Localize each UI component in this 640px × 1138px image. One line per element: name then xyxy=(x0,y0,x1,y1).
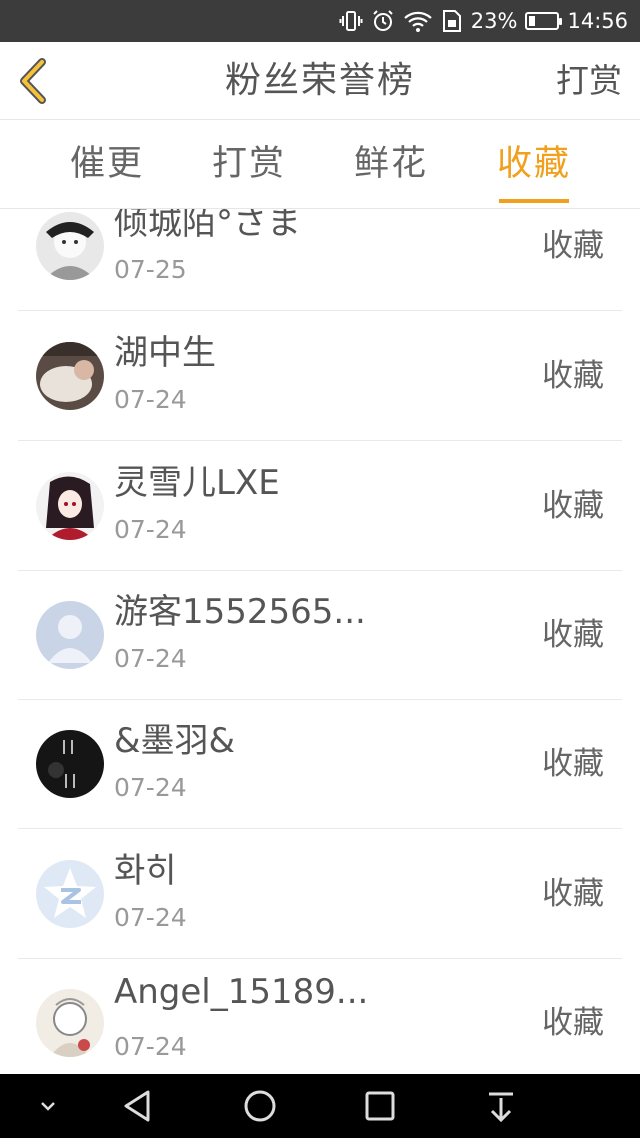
avatar xyxy=(36,212,104,280)
wifi-icon xyxy=(403,9,433,33)
sim-icon xyxy=(441,9,463,33)
avatar xyxy=(36,342,104,410)
fan-name: 游客1552565... xyxy=(114,592,366,632)
avatar xyxy=(36,601,104,669)
page-title: 粉丝荣誉榜 xyxy=(224,60,415,101)
default-user-icon xyxy=(36,601,104,669)
active-tab-indicator xyxy=(499,199,569,203)
system-nav-bar xyxy=(0,1074,640,1138)
clock-time: 14:56 xyxy=(567,9,628,33)
back-triangle-icon xyxy=(124,1090,150,1122)
qq-zone-icon xyxy=(36,860,104,928)
fan-action: 收藏 xyxy=(542,358,604,394)
avatar xyxy=(36,860,104,928)
tab-reward[interactable]: 打赏 xyxy=(194,120,304,209)
tab-label: 收藏 xyxy=(496,144,571,184)
tab-label: 催更 xyxy=(69,144,144,184)
list-item[interactable]: &墨羽& 07-24 收藏 xyxy=(18,699,622,829)
battery-icon xyxy=(525,12,563,30)
fan-name: 灵雪儿LXE xyxy=(114,463,280,503)
nav-notifications-button[interactable] xyxy=(481,1086,521,1126)
fan-date: 07-24 xyxy=(114,644,187,673)
fan-name: 화히 xyxy=(114,851,177,891)
reward-button[interactable]: 打赏 xyxy=(556,42,622,120)
list-item[interactable]: Angel_15189... 07-24 收藏 xyxy=(18,958,622,1074)
fan-list[interactable]: 倾城陌°さま 07-25 收藏 湖中生 07-24 收藏 灵雪儿LXE 07-2… xyxy=(0,209,640,1074)
battery-percent: 23% xyxy=(470,9,518,33)
fan-action: 收藏 xyxy=(542,876,604,912)
fan-date: 07-24 xyxy=(114,515,187,544)
fan-action: 收藏 xyxy=(542,617,604,653)
notification-pull-icon xyxy=(489,1092,513,1123)
list-item[interactable]: 湖中生 07-24 收藏 xyxy=(18,311,622,441)
fan-name: 湖中生 xyxy=(114,333,216,373)
fan-name: &墨羽& xyxy=(114,721,236,761)
recents-square-icon xyxy=(365,1091,395,1121)
nav-back-button[interactable] xyxy=(118,1086,158,1126)
fan-date: 07-24 xyxy=(114,903,187,932)
avatar xyxy=(36,730,104,798)
status-bar: 23% 14:56 xyxy=(0,0,640,42)
tab-label: 打赏 xyxy=(211,144,286,184)
avatar xyxy=(36,989,104,1057)
tab-flowers[interactable]: 鲜花 xyxy=(336,120,446,209)
list-item[interactable]: 灵雪儿LXE 07-24 收藏 xyxy=(18,441,622,571)
fan-date: 07-25 xyxy=(114,255,187,284)
nav-recents-button[interactable] xyxy=(360,1086,400,1126)
list-item[interactable]: 화히 07-24 收藏 xyxy=(18,829,622,959)
fan-name: 倾城陌°さま xyxy=(114,209,301,243)
list-item[interactable]: 倾城陌°さま 07-25 收藏 xyxy=(18,209,622,311)
list-item[interactable]: 游客1552565... 07-24 收藏 xyxy=(18,570,622,700)
alarm-icon xyxy=(371,9,395,33)
fan-action: 收藏 xyxy=(542,228,604,264)
fan-action: 收藏 xyxy=(542,746,604,782)
avatar xyxy=(36,472,104,540)
title-bar: 粉丝荣誉榜 打赏 xyxy=(0,42,640,120)
nav-home-button[interactable] xyxy=(240,1086,280,1126)
vibrate-icon xyxy=(339,9,363,33)
fan-action: 收藏 xyxy=(542,1005,604,1041)
fan-date: 07-24 xyxy=(114,1032,187,1061)
fan-date: 07-24 xyxy=(114,773,187,802)
fan-date: 07-24 xyxy=(114,385,187,414)
tab-label: 鲜花 xyxy=(353,144,428,184)
fan-name: Angel_15189... xyxy=(114,972,369,1012)
tab-favorites[interactable]: 收藏 xyxy=(479,120,589,209)
tab-bar: 催更 打赏 鲜花 收藏 xyxy=(0,120,640,209)
hide-nav-button[interactable] xyxy=(28,1086,68,1126)
chevron-down-icon xyxy=(41,1102,55,1111)
tab-urge[interactable]: 催更 xyxy=(52,120,162,209)
fan-action: 收藏 xyxy=(542,488,604,524)
home-circle-icon xyxy=(244,1090,276,1122)
